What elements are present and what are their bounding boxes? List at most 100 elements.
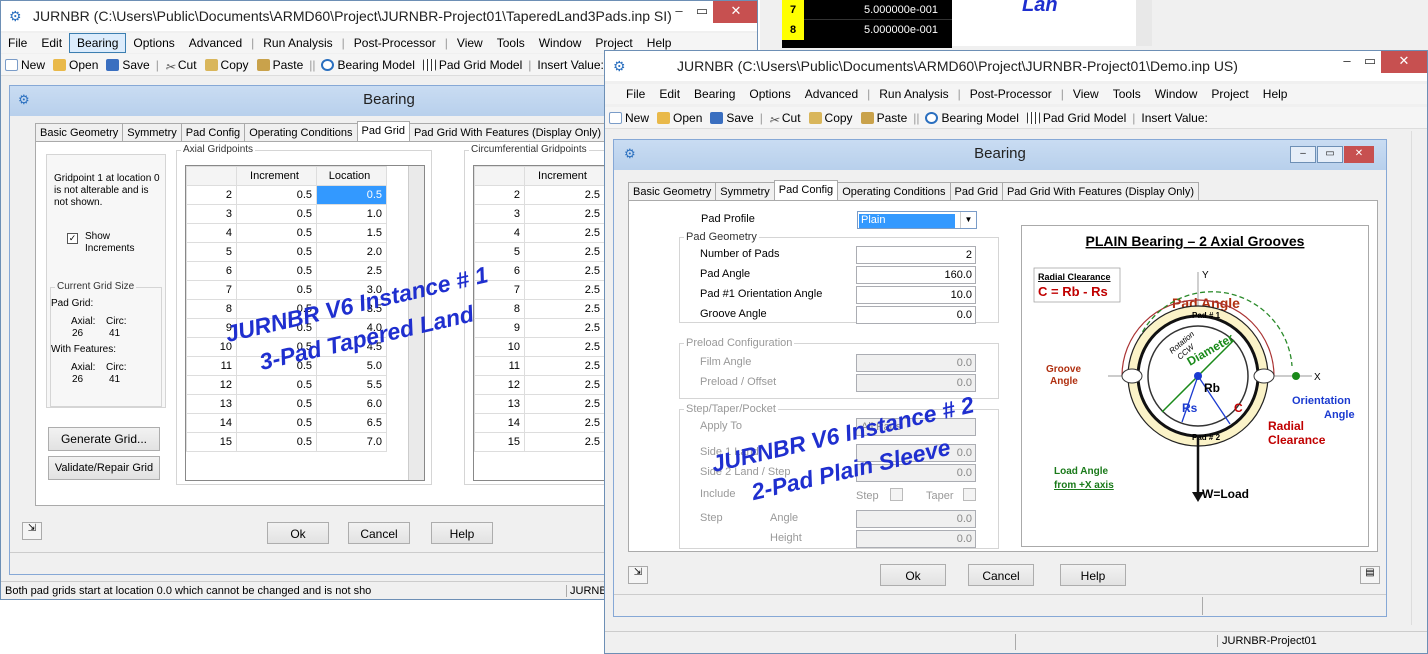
increment-cell[interactable]: 2.5 (524, 413, 605, 433)
pad-profile-select[interactable]: Plain ▼ (857, 211, 977, 229)
help-button[interactable]: Help (1060, 564, 1126, 586)
insert-value-button[interactable]: Insert Value: (1137, 109, 1211, 127)
table-row[interactable]: 11 2.5 (474, 356, 605, 376)
menu-view[interactable]: View (450, 34, 490, 52)
increment-cell[interactable]: 0.5 (236, 261, 317, 281)
location-cell[interactable]: 0.5 (316, 185, 387, 205)
increment-cell[interactable]: 2.5 (524, 394, 605, 414)
menu-run-analysis[interactable]: Run Analysis (872, 85, 955, 103)
help-button[interactable]: Help (431, 522, 493, 544)
save-button[interactable]: Save (706, 109, 757, 127)
menu-help[interactable]: Help (1256, 85, 1295, 103)
menu-advanced[interactable]: Advanced (798, 85, 865, 103)
bearing-model-button[interactable]: Bearing Model (317, 56, 418, 74)
maximize-button[interactable]: ▭ (1359, 51, 1381, 73)
bearing-model-button[interactable]: Bearing Model (921, 109, 1022, 127)
menu-file[interactable]: File (619, 85, 652, 103)
menu-post-processor[interactable]: Post-Processor (963, 85, 1059, 103)
pin-icon[interactable]: ⇲ (22, 522, 42, 540)
ok-button[interactable]: Ok (880, 564, 946, 586)
tab-pad-grid[interactable]: Pad Grid (356, 121, 410, 142)
open-button[interactable]: Open (653, 109, 706, 127)
bg-scrollbar[interactable] (1136, 0, 1152, 46)
window2-scrollbar[interactable] (1411, 131, 1427, 625)
table-row[interactable]: 4 2.5 (474, 223, 605, 243)
minimize-button[interactable]: – (1335, 51, 1359, 73)
increment-cell[interactable]: 2.5 (524, 280, 605, 300)
orientation-angle-field[interactable]: 10.0 (856, 286, 976, 304)
increment-cell[interactable]: 2.5 (524, 375, 605, 395)
menu-post-processor[interactable]: Post-Processor (347, 34, 443, 52)
table-row[interactable]: 12 0.5 5.5 (186, 375, 387, 395)
tab-pad-config[interactable]: Pad Config (773, 180, 839, 201)
groove-angle-field[interactable]: 0.0 (856, 306, 976, 324)
cancel-button[interactable]: Cancel (348, 522, 410, 544)
dialog-maximize-button[interactable]: ▭ (1317, 146, 1343, 163)
increment-cell[interactable]: 2.5 (524, 356, 605, 376)
dialog-close-button[interactable]: ✕ (1344, 146, 1374, 163)
minimize-button[interactable]: – (667, 1, 691, 23)
increment-cell[interactable]: 0.5 (236, 394, 317, 414)
menu-file[interactable]: File (1, 34, 34, 52)
maximize-button[interactable]: ▭ (691, 1, 713, 23)
table-row[interactable]: 3 0.5 1.0 (186, 204, 387, 224)
menu-view[interactable]: View (1066, 85, 1106, 103)
table-row[interactable]: 13 2.5 (474, 394, 605, 414)
table-row[interactable]: 6 2.5 (474, 261, 605, 281)
table-row[interactable]: 6 0.5 2.5 (186, 261, 387, 281)
new-button[interactable]: New (1, 56, 49, 74)
increment-cell[interactable]: 0.5 (236, 375, 317, 395)
generate-grid-button[interactable]: Generate Grid... (48, 427, 160, 451)
table-row[interactable]: 12 2.5 (474, 375, 605, 395)
num-pads-field[interactable]: 2 (856, 246, 976, 264)
close-button[interactable]: ✕ (713, 1, 757, 23)
menu-tools[interactable]: Tools (1106, 85, 1148, 103)
increment-cell[interactable]: 0.5 (236, 413, 317, 433)
location-cell[interactable]: 5.5 (316, 375, 387, 395)
increment-cell[interactable]: 0.5 (236, 280, 317, 300)
open-button[interactable]: Open (49, 56, 102, 74)
increment-cell[interactable]: 0.5 (236, 223, 317, 243)
pin-icon[interactable]: ⇲ (628, 566, 648, 584)
cancel-button[interactable]: Cancel (968, 564, 1034, 586)
increment-cell[interactable]: 0.5 (236, 432, 317, 452)
increment-cell[interactable]: 2.5 (524, 261, 605, 281)
ok-button[interactable]: Ok (267, 522, 329, 544)
table-row[interactable]: 10 2.5 (474, 337, 605, 357)
increment-cell[interactable]: 2.5 (524, 337, 605, 357)
menu-tools[interactable]: Tools (490, 34, 532, 52)
table-row[interactable]: 5 2.5 (474, 242, 605, 262)
close-button[interactable]: ✕ (1381, 51, 1427, 73)
location-cell[interactable]: 7.0 (316, 432, 387, 452)
increment-cell[interactable]: 0.5 (236, 204, 317, 224)
menu-advanced[interactable]: Advanced (182, 34, 249, 52)
cut-button[interactable]: ✂ Cut (161, 56, 201, 74)
location-cell[interactable]: 2.0 (316, 242, 387, 262)
table-row[interactable]: 14 0.5 6.5 (186, 413, 387, 433)
table-row[interactable]: 2 2.5 (474, 185, 605, 205)
increment-cell[interactable]: 0.5 (236, 242, 317, 262)
copy-button[interactable]: Copy (201, 56, 253, 74)
increment-cell[interactable]: 2.5 (524, 204, 605, 224)
table-row[interactable]: 13 0.5 6.0 (186, 394, 387, 414)
show-increments-checkbox[interactable]: ✓ (67, 233, 78, 244)
dialog-minimize-button[interactable]: – (1290, 146, 1316, 163)
menu-edit[interactable]: Edit (652, 85, 687, 103)
save-button[interactable]: Save (102, 56, 153, 74)
table-row[interactable]: 8 2.5 (474, 299, 605, 319)
table-row[interactable]: 2 0.5 0.5 (186, 185, 387, 205)
menu-window[interactable]: Window (1148, 85, 1205, 103)
menu-options[interactable]: Options (126, 34, 181, 52)
table-row[interactable]: 9 2.5 (474, 318, 605, 338)
validate-repair-grid-button[interactable]: Validate/Repair Grid (48, 456, 160, 480)
pad-angle-field[interactable]: 160.0 (856, 266, 976, 284)
table-row[interactable]: 4 0.5 1.5 (186, 223, 387, 243)
increment-cell[interactable]: 2.5 (524, 432, 605, 452)
cut-button[interactable]: ✂ Cut (765, 109, 805, 127)
location-cell[interactable]: 1.0 (316, 204, 387, 224)
location-cell[interactable]: 1.5 (316, 223, 387, 243)
paste-button[interactable]: Paste (253, 56, 308, 74)
menu-edit[interactable]: Edit (34, 34, 69, 52)
menu-bearing[interactable]: Bearing (687, 85, 742, 103)
pad-grid-model-button[interactable]: Pad Grid Model (1023, 109, 1130, 127)
